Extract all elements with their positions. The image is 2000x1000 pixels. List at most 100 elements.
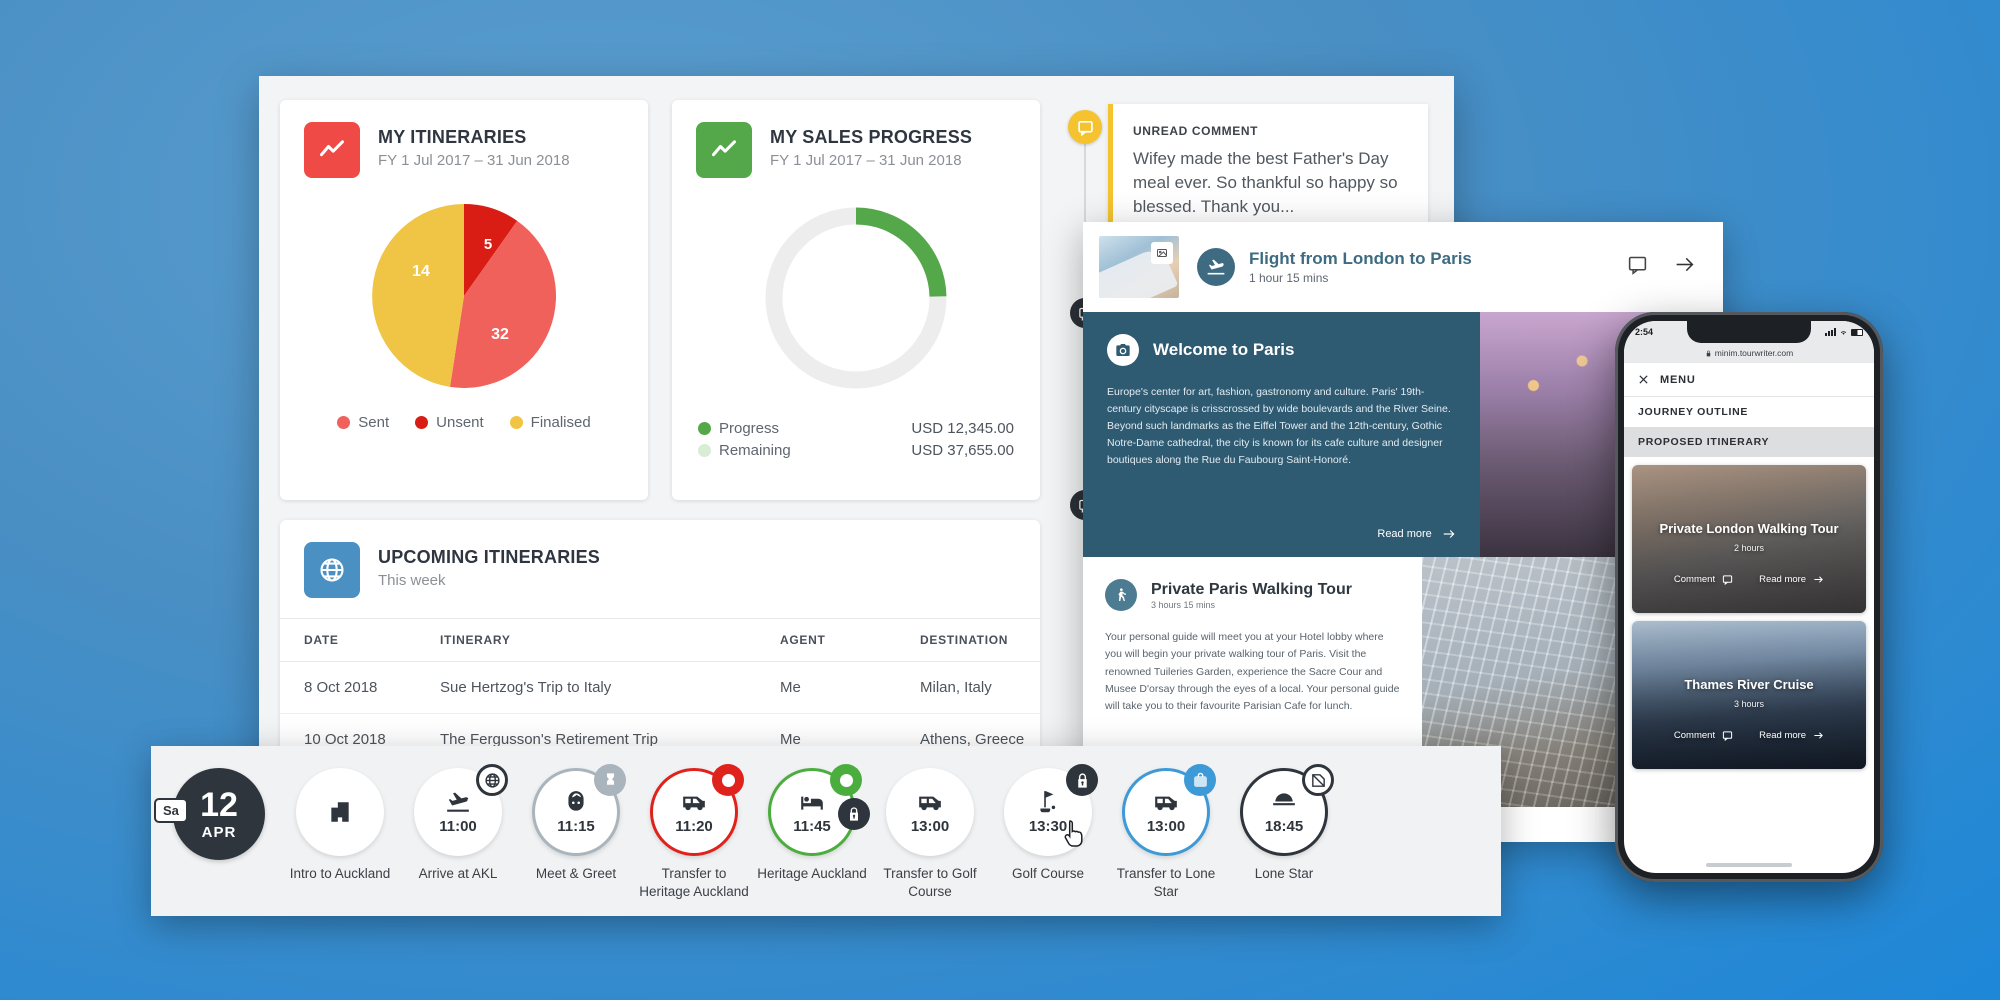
signal-icon [1825,328,1836,336]
note-icon[interactable] [1302,764,1334,796]
table-header-row: DATE ITINERARY AGENT DESTINATION [280,619,1040,662]
welcome-title: Welcome to Paris [1153,340,1294,360]
bag-icon[interactable] [1184,764,1216,796]
phone-nav-journey-outline[interactable]: JOURNEY OUTLINE [1624,397,1874,427]
van-icon [913,789,947,815]
read-more-label: Read more [1377,528,1431,540]
legend-label: Remaining [719,442,911,459]
timeline-item-intro-to-auckland[interactable]: Intro to Auckland [281,768,399,883]
my-sales-progress-card: MY SALES PROGRESS FY 1 Jul 2017 – 31 Jun… [672,100,1040,500]
read-more-button[interactable]: Read more [1377,527,1455,541]
pie-slice-finalised [372,204,464,387]
legend-dot-icon [337,416,350,429]
timeline-item-transfer-to-golf-course[interactable]: 13:00 Transfer to Golf Course [871,768,989,900]
pie-label-sent: 32 [491,326,509,343]
status-dot-icon[interactable] [712,764,744,796]
lock-icon[interactable] [838,798,870,830]
legend-item-sent[interactable]: Sent [337,414,389,431]
phone-comment-button[interactable]: Comment [1674,574,1733,585]
camera-icon [1107,334,1139,366]
cell-agent: Me [770,662,910,714]
golf-icon [1031,789,1065,815]
itineraries-legend: Sent Unsent Finalised [280,414,648,431]
timeline-item-time: 11:45 [793,818,831,835]
timeline-item-transfer-to-lone-star[interactable]: 13:00 Transfer to Lone Star [1107,768,1225,900]
phone-menu-label: MENU [1660,374,1696,386]
legend-dot-icon [698,444,711,457]
column-header-destination[interactable]: DESTINATION [910,619,1040,662]
pie-label-finalised: 14 [412,263,430,280]
phone-comment-label: Comment [1674,730,1715,741]
timeline-item-time: 11:15 [557,818,595,835]
legend-item-unsent[interactable]: Unsent [415,414,484,431]
unread-comment-icon[interactable] [1068,110,1102,144]
legend-dot-icon [415,416,428,429]
legend-row-remaining: Remaining USD 37,655.00 [698,442,1014,459]
phone-nav-proposed-itinerary[interactable]: PROPOSED ITINERARY [1624,427,1874,457]
legend-dot-icon [698,422,711,435]
timeline-item-label: Lone Star [1255,865,1314,883]
card-header: MY ITINERARIES FY 1 Jul 2017 – 31 Jun 20… [280,100,648,178]
cell-itinerary: Sue Hertzog's Trip to Italy [430,662,770,714]
timeline-item-label: Heritage Auckland [757,865,867,883]
phone-card-thames-river-cruise[interactable]: Thames River Cruise 3 hours Comment Read… [1632,621,1866,769]
phone-card-london-walking-tour[interactable]: Private London Walking Tour 2 hours Comm… [1632,465,1866,613]
hourglass-icon[interactable] [594,764,626,796]
walking-tour-body: Your personal guide will meet you at you… [1105,629,1400,716]
preview-title[interactable]: Flight from London to Paris [1249,249,1627,269]
timeline-circle[interactable]: 13:00 [886,768,974,856]
timeline-item-transfer-to-heritage-auckland[interactable]: 11:20 Transfer to Heritage Auckland [635,768,753,900]
phone-comment-button[interactable]: Comment [1674,730,1733,741]
column-header-date[interactable]: DATE [280,619,430,662]
mouse-cursor-icon [1064,818,1090,848]
welcome-body: Europe's center for art, fashion, gastro… [1107,384,1456,469]
timeline-item-heritage-auckland[interactable]: 11:45 Heritage Auckland [753,768,871,883]
van-icon [677,789,711,815]
legend-label: Progress [719,420,911,437]
timeline-item-label: Golf Course [1012,865,1084,883]
comment-icon [1722,730,1733,741]
timeline-circle[interactable] [296,768,384,856]
comment-icon [1722,574,1733,585]
timeline-item-meet-and-greet[interactable]: 11:15 Meet & Greet [517,768,635,883]
timeline-item-lone-star[interactable]: 18:45 Lone Star [1225,768,1343,883]
lock-icon[interactable] [1066,764,1098,796]
card-subtitle: FY 1 Jul 2017 – 31 Jun 2018 [378,152,570,169]
table-row[interactable]: 8 Oct 2018 Sue Hertzog's Trip to Italy M… [280,662,1040,714]
timeline-date-badge: 12 APR Sa [173,768,265,860]
column-header-agent[interactable]: AGENT [770,619,910,662]
bed-icon [795,789,829,815]
legend-label: Finalised [531,414,591,431]
card-title: MY SALES PROGRESS [770,126,972,149]
van-icon [1149,789,1183,815]
phone-home-indicator [1706,863,1792,867]
timeline-item-time: 13:30 [1029,818,1067,835]
phone-card-title: Thames River Cruise [1632,677,1866,692]
sales-legend: Progress USD 12,345.00 Remaining USD 37,… [672,420,1040,459]
itineraries-pie-chart: 5 32 14 [280,196,648,396]
timeline-item-label: Transfer to Golf Course [871,865,989,900]
phone-mockup: 2:54 minim.tourwriter.com MENU JOURNEY O… [1615,312,1883,882]
timeline-item-time: 11:00 [439,818,477,835]
timeline-item-label: Transfer to Heritage Auckland [635,865,753,900]
phone-read-more-button[interactable]: Read more [1759,574,1824,585]
status-dot-icon[interactable] [830,764,862,796]
column-header-itinerary[interactable]: ITINERARY [430,619,770,662]
arrow-right-icon[interactable] [1674,254,1695,280]
phone-read-more-button[interactable]: Read more [1759,730,1824,741]
trend-line-icon [696,122,752,178]
unread-comment-panel[interactable]: UNREAD COMMENT Wifey made the best Fathe… [1108,104,1428,236]
globe-icon[interactable] [476,764,508,796]
person-icon [559,789,593,815]
comment-icon[interactable] [1627,254,1648,280]
pie-label-unsent: 5 [484,236,492,253]
phone-read-more-label: Read more [1759,574,1806,585]
walking-tour-duration: 3 hours 15 mins [1151,600,1352,610]
phone-menu-button[interactable]: MENU [1624,363,1874,397]
timeline-item-time: 13:00 [1147,818,1185,835]
phone-url-bar[interactable]: minim.tourwriter.com [1624,343,1874,363]
legend-item-finalised[interactable]: Finalised [510,414,591,431]
lock-icon [1705,350,1712,357]
timeline-item-arrive-at-akl[interactable]: 11:00 Arrive at AKL [399,768,517,883]
phone-card-duration: 3 hours [1632,699,1866,709]
